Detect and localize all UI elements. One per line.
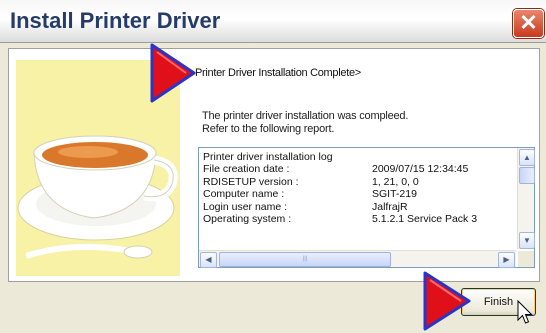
horizontal-scroll-thumb[interactable]: ||| (219, 252, 391, 267)
install-printer-driver-dialog: Install Printer Driver ✕ Printer Driver … (0, 0, 546, 333)
title-bar[interactable]: Install Printer Driver ✕ (0, 0, 546, 43)
report-label: RDISETUP version : (203, 175, 299, 188)
report-log: Printer driver installation log File cre… (203, 151, 517, 225)
vertical-scrollbar[interactable]: ▲ ▼ (517, 148, 535, 249)
report-title: Printer driver installation log (203, 151, 333, 163)
scroll-corner (518, 251, 534, 267)
report-value: JalfrajR (372, 200, 408, 213)
scroll-up-button[interactable]: ▲ (519, 149, 535, 166)
red-arrow-icon (150, 43, 196, 103)
report-row: Computer name : SGIT-219 (203, 188, 517, 200)
completion-heading: Printer Driver Installation Complete> (195, 67, 361, 79)
report-row: File creation date : 2009/07/15 12:34:45 (203, 163, 517, 175)
close-icon: ✕ (519, 10, 538, 35)
report-value: 2009/07/15 12:34:45 (372, 163, 469, 176)
report-row: Operating system : 5.1.2.1 Service Pack 3 (203, 213, 517, 225)
report-value: SGIT-219 (372, 188, 417, 201)
installation-report-box[interactable]: Printer driver installation log File cre… (198, 147, 535, 268)
report-label: File creation date : (203, 163, 290, 176)
message-line: Refer to the following report. (202, 123, 335, 135)
vertical-scroll-thumb[interactable] (519, 167, 535, 184)
scroll-down-button[interactable]: ▼ (519, 232, 535, 249)
report-label: Operating system : (203, 212, 292, 225)
report-label: Login user name : (203, 200, 288, 213)
report-row: RDISETUP version : 1, 21, 0, 0 (203, 176, 517, 188)
report-value: 5.1.2.1 Service Pack 3 (372, 212, 478, 225)
close-button[interactable]: ✕ (513, 9, 544, 38)
report-row: Login user name : JalfrajR (203, 201, 517, 213)
window-title: Install Printer Driver (10, 8, 221, 33)
scroll-right-button[interactable]: ▶ (498, 252, 515, 268)
scroll-left-button[interactable]: ◀ (200, 252, 217, 268)
mouse-pointer-icon (517, 300, 533, 324)
message-line: The printer driver installation was comp… (202, 110, 409, 122)
red-arrow-icon (423, 271, 471, 331)
completion-message: The printer driver installation was comp… (202, 110, 408, 136)
report-value: 1, 21, 0, 0 (372, 175, 419, 188)
horizontal-scrollbar[interactable]: ◀ ||| ▶ (199, 250, 516, 268)
report-label: Computer name : (203, 188, 285, 201)
